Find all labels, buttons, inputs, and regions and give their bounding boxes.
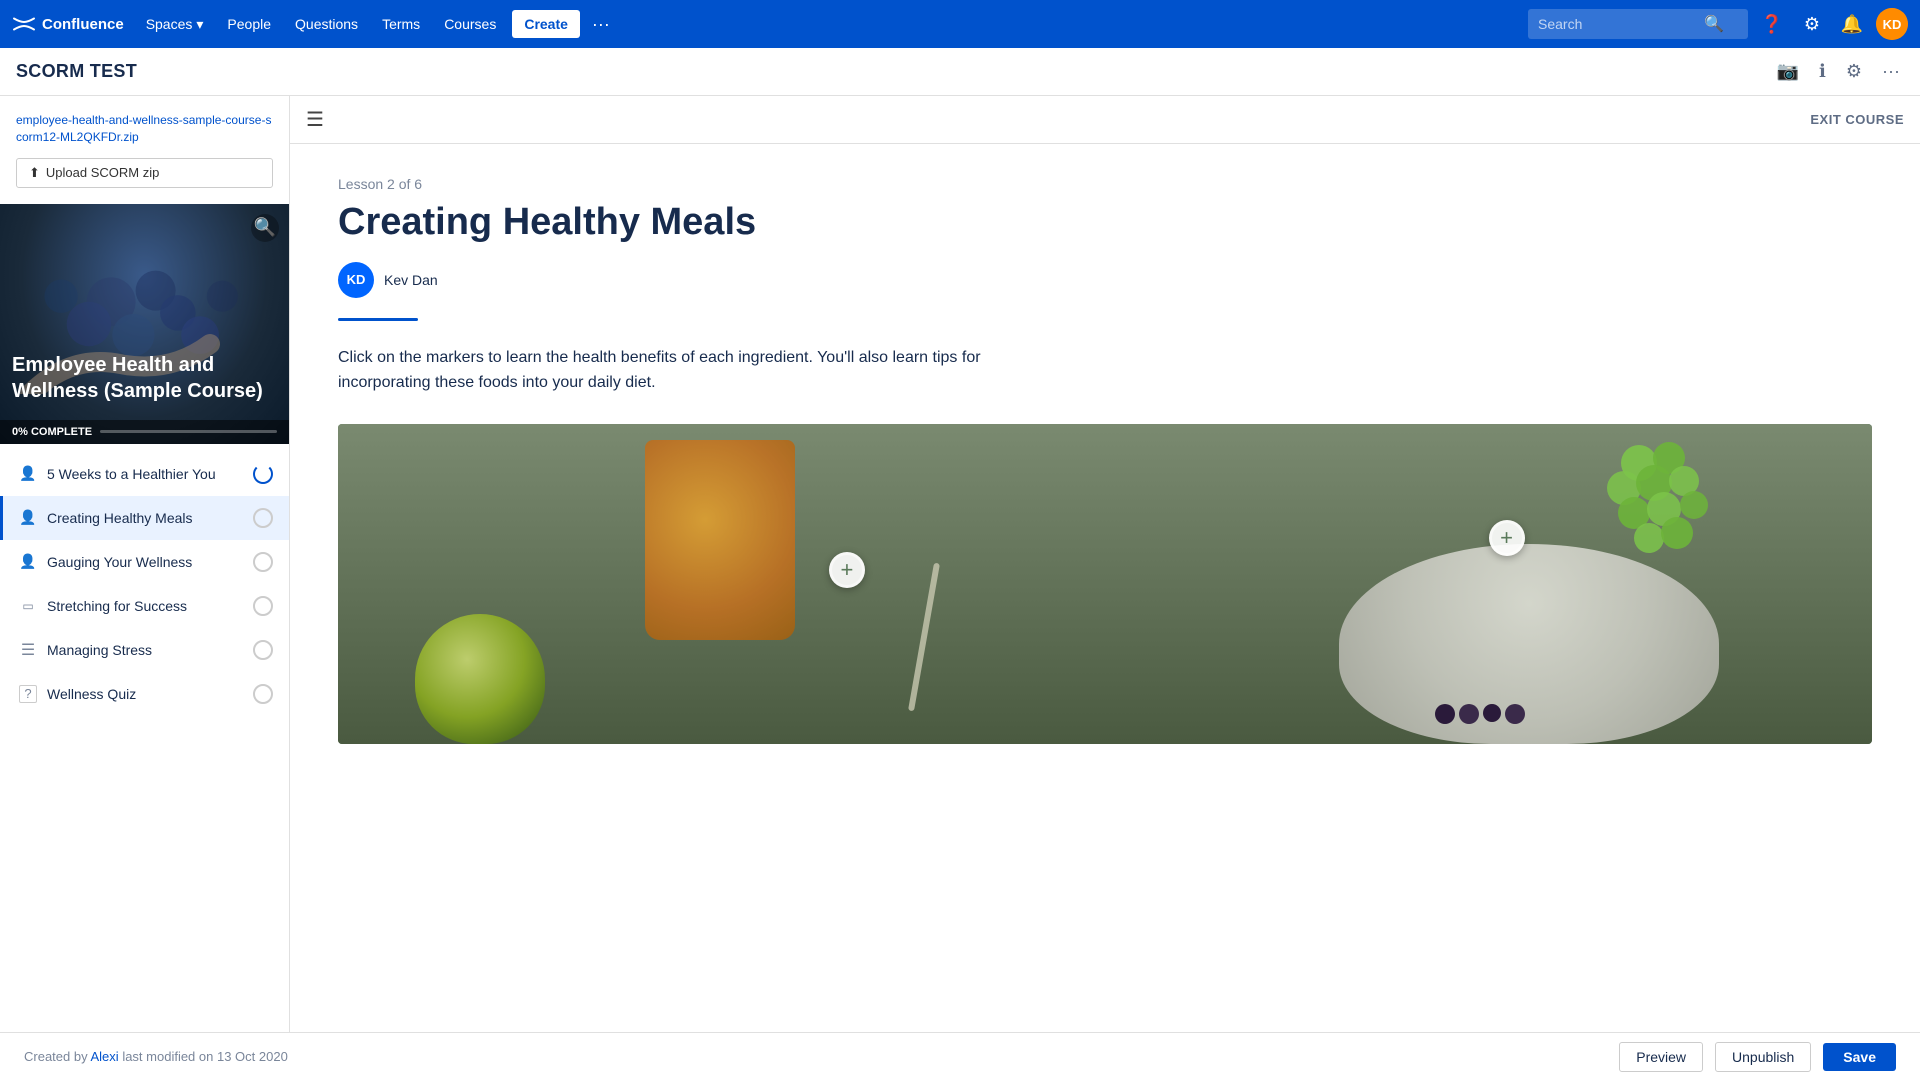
lesson-status-5 xyxy=(253,640,273,660)
lesson-item-5[interactable]: ☰ Managing Stress xyxy=(0,628,289,672)
lesson-status-2 xyxy=(253,508,273,528)
upload-icon: ⬆ xyxy=(29,165,40,181)
scorm-toolbar: ☰ EXIT COURSE xyxy=(290,96,1920,144)
course-card-title: Employee Health and Wellness (Sample Cou… xyxy=(12,352,277,404)
lesson-label-1: 5 Weeks to a Healthier You xyxy=(47,466,243,482)
lesson-label-4: Stretching for Success xyxy=(47,598,243,614)
hamburger-icon[interactable]: ☰ xyxy=(306,107,324,132)
svg-text:KD: KD xyxy=(1883,17,1902,32)
lesson-icon-6: ? xyxy=(19,685,37,703)
chevron-down-icon: ▾ xyxy=(196,16,203,33)
lesson-icon-3: 👤 xyxy=(19,553,37,570)
lesson-label-2: Creating Healthy Meals xyxy=(47,510,243,526)
page-settings-icon[interactable]: ⚙ xyxy=(1842,57,1866,86)
lesson-icon-5: ☰ xyxy=(19,640,37,660)
progress-text: 0% COMPLETE xyxy=(12,426,92,438)
preview-button[interactable]: Preview xyxy=(1619,1042,1703,1072)
nav-people[interactable]: People xyxy=(217,10,281,38)
progress-bar: 0% COMPLETE xyxy=(0,420,289,444)
lesson-meta: Lesson 2 of 6 xyxy=(338,176,1872,192)
marker-button-2[interactable]: + xyxy=(1489,520,1525,556)
bottom-bar: Created by Alexi last modified on 13 Oct… xyxy=(0,1032,1920,1080)
lesson-status-1 xyxy=(253,464,273,484)
lesson-description: Click on the markers to learn the health… xyxy=(338,345,1038,396)
progress-bar-bg xyxy=(100,430,277,433)
user-avatar[interactable]: KD xyxy=(1876,8,1908,40)
created-by-text: Created by Alexi last modified on 13 Oct… xyxy=(24,1049,288,1064)
top-navigation: Confluence Spaces ▾ People Questions Ter… xyxy=(0,0,1920,48)
lesson-label-3: Gauging Your Wellness xyxy=(47,554,243,570)
page-header: SCORM TEST 📷 ℹ ⚙ ··· xyxy=(0,48,1920,96)
scorm-file-link[interactable]: employee-health-and-wellness-sample-cour… xyxy=(0,108,289,154)
create-button[interactable]: Create xyxy=(512,10,580,38)
course-card: 🔍 Employee Health and Wellness (Sample C… xyxy=(0,204,289,444)
author-name: Kev Dan xyxy=(384,272,438,288)
lesson-item-2[interactable]: 👤 Creating Healthy Meals xyxy=(0,496,289,540)
save-button[interactable]: Save xyxy=(1823,1043,1896,1071)
info-icon[interactable]: ℹ xyxy=(1815,57,1830,86)
lesson-image: + + xyxy=(338,424,1872,744)
nav-terms[interactable]: Terms xyxy=(372,10,430,38)
lesson-title: Creating Healthy Meals xyxy=(338,200,1872,246)
camera-icon[interactable]: 📷 xyxy=(1773,57,1803,86)
nav-spaces[interactable]: Spaces ▾ xyxy=(136,10,214,39)
lesson-label-5: Managing Stress xyxy=(47,642,243,658)
unpublish-button[interactable]: Unpublish xyxy=(1715,1042,1811,1072)
main-layout: employee-health-and-wellness-sample-cour… xyxy=(0,96,1920,1032)
food-image-background xyxy=(338,424,1872,744)
lesson-icon-1: 👤 xyxy=(19,465,37,482)
scorm-content: Lesson 2 of 6 Creating Healthy Meals KD … xyxy=(290,144,1920,1032)
lesson-status-3 xyxy=(253,552,273,572)
left-sidebar: employee-health-and-wellness-sample-cour… xyxy=(0,96,290,1032)
lesson-icon-2: 👤 xyxy=(19,509,37,526)
card-search-icon[interactable]: 🔍 xyxy=(251,214,279,242)
lesson-status-6 xyxy=(253,684,273,704)
settings-button[interactable]: ⚙ xyxy=(1796,8,1828,40)
course-lessons: 👤 5 Weeks to a Healthier You 👤 Creating … xyxy=(0,444,289,724)
help-button[interactable]: ❓ xyxy=(1756,8,1788,40)
lesson-label-6: Wellness Quiz xyxy=(47,686,243,702)
lesson-item-4[interactable]: ▭ Stretching for Success xyxy=(0,584,289,628)
marker-button-1[interactable]: + xyxy=(829,552,865,588)
notifications-button[interactable]: 🔔 xyxy=(1836,8,1868,40)
lesson-item-6[interactable]: ? Wellness Quiz xyxy=(0,672,289,716)
divider xyxy=(338,318,418,321)
more-options-icon[interactable]: ··· xyxy=(1878,57,1904,86)
upload-scorm-button[interactable]: ⬆ Upload SCORM zip xyxy=(16,158,273,188)
author-avatar: KD xyxy=(338,262,374,298)
logo-text: Confluence xyxy=(42,16,124,33)
page-title: SCORM TEST xyxy=(16,61,137,82)
search-box[interactable]: 🔍 xyxy=(1528,9,1748,39)
lesson-icon-4: ▭ xyxy=(19,599,37,613)
page-header-actions: 📷 ℹ ⚙ ··· xyxy=(1773,57,1904,86)
lesson-status-4 xyxy=(253,596,273,616)
author-link[interactable]: Alexi xyxy=(91,1049,119,1064)
lesson-item-1[interactable]: 👤 5 Weeks to a Healthier You xyxy=(0,452,289,496)
nav-questions[interactable]: Questions xyxy=(285,10,368,38)
nav-courses[interactable]: Courses xyxy=(434,10,506,38)
more-nav-button[interactable]: ··· xyxy=(584,10,618,39)
search-icon: 🔍 xyxy=(1704,14,1724,34)
search-input[interactable] xyxy=(1538,16,1698,32)
lesson-item-3[interactable]: 👤 Gauging Your Wellness xyxy=(0,540,289,584)
scorm-viewer: ☰ EXIT COURSE Lesson 2 of 6 Creating Hea… xyxy=(290,96,1920,1032)
confluence-logo[interactable]: Confluence xyxy=(12,12,124,36)
author-row: KD Kev Dan xyxy=(338,262,1872,298)
nav-right-section: 🔍 ❓ ⚙ 🔔 KD xyxy=(1528,8,1908,40)
exit-course-button[interactable]: EXIT COURSE xyxy=(1810,112,1904,127)
